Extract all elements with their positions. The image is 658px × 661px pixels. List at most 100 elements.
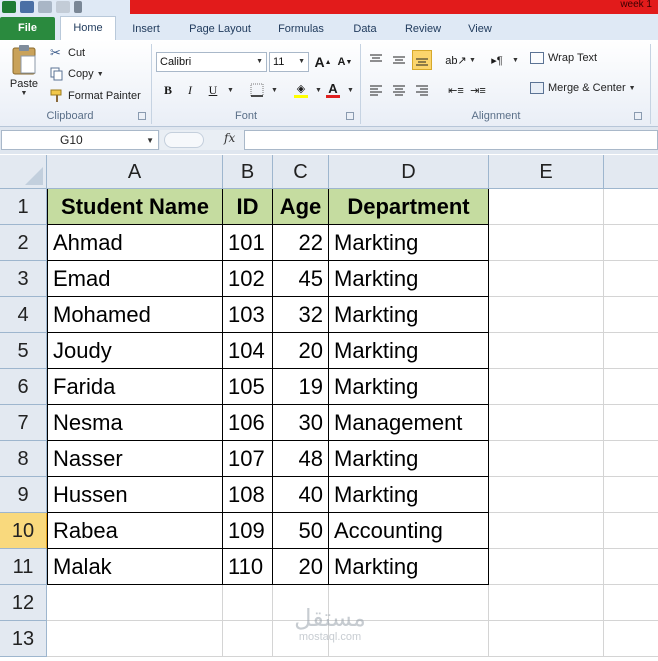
font-color-button[interactable]: A xyxy=(323,80,343,100)
formula-input[interactable] xyxy=(244,130,658,150)
cell-d7[interactable]: Management xyxy=(329,405,489,441)
select-all-button[interactable] xyxy=(0,155,47,189)
cell-f7[interactable] xyxy=(604,405,658,441)
row-header-13[interactable]: 13 xyxy=(0,621,47,657)
cell-d9[interactable]: Markting xyxy=(329,477,489,513)
cell-f1[interactable] xyxy=(604,189,658,225)
align-center-button[interactable] xyxy=(389,80,409,100)
decrease-indent-button[interactable]: ⇤≡ xyxy=(446,80,466,100)
cell-a11[interactable]: Malak xyxy=(47,549,223,585)
copy-button[interactable]: Copy ▼ xyxy=(50,67,104,81)
cell-b2[interactable]: 101 xyxy=(223,225,273,261)
save-icon[interactable] xyxy=(20,1,34,13)
fill-color-button[interactable]: ◈ xyxy=(291,80,311,100)
undo-icon[interactable] xyxy=(38,1,52,13)
align-right-button[interactable] xyxy=(412,80,432,100)
column-header-d[interactable]: D xyxy=(329,155,489,189)
cell-a9[interactable]: Hussen xyxy=(47,477,223,513)
bold-button[interactable]: B xyxy=(158,80,178,100)
cell-b3[interactable]: 102 xyxy=(223,261,273,297)
cell-c7[interactable]: 30 xyxy=(273,405,329,441)
cell-f6[interactable] xyxy=(604,369,658,405)
cell-f11[interactable] xyxy=(604,549,658,585)
paste-dropdown-icon[interactable]: ▼ xyxy=(21,90,28,97)
column-header-a[interactable]: A xyxy=(47,155,223,189)
merge-center-dropdown-icon[interactable]: ▼ xyxy=(629,85,636,92)
cell-b9[interactable]: 108 xyxy=(223,477,273,513)
cell-b6[interactable]: 105 xyxy=(223,369,273,405)
cell-b7[interactable]: 106 xyxy=(223,405,273,441)
increase-indent-button[interactable]: ⇥≡ xyxy=(468,80,488,100)
cell-d8[interactable]: Markting xyxy=(329,441,489,477)
cell-a1[interactable]: Student Name xyxy=(47,189,223,225)
cell-b10[interactable]: 109 xyxy=(223,513,273,549)
row-header-4[interactable]: 4 xyxy=(0,297,47,333)
insert-function-icon[interactable]: fx xyxy=(224,131,235,145)
cell-d5[interactable]: Markting xyxy=(329,333,489,369)
cell-c4[interactable]: 32 xyxy=(273,297,329,333)
paste-button[interactable]: Paste ▼ xyxy=(6,44,42,97)
cell-e9[interactable] xyxy=(489,477,604,513)
alignment-dialog-launcher-icon[interactable] xyxy=(634,112,642,120)
row-header-3[interactable]: 3 xyxy=(0,261,47,297)
row-header-12[interactable]: 12 xyxy=(0,585,47,621)
name-box[interactable]: G10 ▼ xyxy=(1,130,159,150)
font-color-dropdown-icon[interactable]: ▼ xyxy=(347,87,354,94)
cell-d3[interactable]: Markting xyxy=(329,261,489,297)
font-family-select[interactable]: Calibri ▼ xyxy=(156,52,267,72)
cell-a5[interactable]: Joudy xyxy=(47,333,223,369)
cell-c3[interactable]: 45 xyxy=(273,261,329,297)
column-header-b[interactable]: B xyxy=(223,155,273,189)
row-header-2[interactable]: 2 xyxy=(0,225,47,261)
column-header-e[interactable]: E xyxy=(489,155,604,189)
tab-file[interactable]: File xyxy=(0,17,55,40)
cut-button[interactable]: ✂ Cut xyxy=(50,45,85,61)
cell-a13[interactable] xyxy=(47,621,223,657)
cell-f3[interactable] xyxy=(604,261,658,297)
cell-e2[interactable] xyxy=(489,225,604,261)
cell-f9[interactable] xyxy=(604,477,658,513)
font-size-select[interactable]: 11 ▼ xyxy=(269,52,309,72)
spreadsheet-grid[interactable]: A B C D E 1 Student Name ID Age Department 2 Ahmad 1… xyxy=(0,155,658,661)
fill-color-dropdown-icon[interactable]: ▼ xyxy=(315,87,322,94)
tab-data[interactable]: Data xyxy=(344,18,386,40)
middle-align-button[interactable] xyxy=(389,50,409,70)
cell-a3[interactable]: Emad xyxy=(47,261,223,297)
cell-a2[interactable]: Ahmad xyxy=(47,225,223,261)
cell-c9[interactable]: 40 xyxy=(273,477,329,513)
cell-e11[interactable] xyxy=(489,549,604,585)
grow-font-button[interactable]: A ▲ xyxy=(313,52,333,72)
top-align-button[interactable] xyxy=(366,50,386,70)
column-header-c[interactable]: C xyxy=(273,155,329,189)
cell-d6[interactable]: Markting xyxy=(329,369,489,405)
borders-button[interactable] xyxy=(247,80,267,100)
wrap-text-button[interactable]: Wrap Text xyxy=(530,52,597,64)
tab-formulas[interactable]: Formulas xyxy=(270,18,332,40)
cell-e10[interactable] xyxy=(489,513,604,549)
row-header-5[interactable]: 5 xyxy=(0,333,47,369)
format-painter-button[interactable]: Format Painter xyxy=(50,89,141,103)
redo-icon[interactable] xyxy=(56,1,70,13)
tab-page-layout[interactable]: Page Layout xyxy=(180,18,260,40)
cell-c11[interactable]: 20 xyxy=(273,549,329,585)
cell-c6[interactable]: 19 xyxy=(273,369,329,405)
cell-b5[interactable]: 104 xyxy=(223,333,273,369)
row-header-1[interactable]: 1 xyxy=(0,189,47,225)
cell-f4[interactable] xyxy=(604,297,658,333)
cell-c8[interactable]: 48 xyxy=(273,441,329,477)
tab-review[interactable]: Review xyxy=(398,18,448,40)
cell-f2[interactable] xyxy=(604,225,658,261)
cell-b4[interactable]: 103 xyxy=(223,297,273,333)
customize-qat-icon[interactable] xyxy=(74,1,82,13)
row-header-6[interactable]: 6 xyxy=(0,369,47,405)
cell-d4[interactable]: Markting xyxy=(329,297,489,333)
cell-e6[interactable] xyxy=(489,369,604,405)
row-header-11[interactable]: 11 xyxy=(0,549,47,585)
underline-dropdown-icon[interactable]: ▼ xyxy=(227,87,234,94)
cell-e5[interactable] xyxy=(489,333,604,369)
cell-a7[interactable]: Nesma xyxy=(47,405,223,441)
chevron-down-icon[interactable]: ▼ xyxy=(146,132,154,150)
cell-f8[interactable] xyxy=(604,441,658,477)
cell-e4[interactable] xyxy=(489,297,604,333)
underline-button[interactable]: U xyxy=(203,80,223,100)
